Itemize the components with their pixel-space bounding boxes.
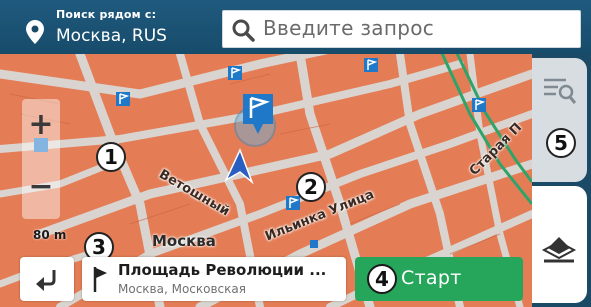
zoom-out-button[interactable]: −: [22, 167, 60, 207]
destination-address: Москва, Московская: [118, 282, 246, 296]
start-label: Старт: [401, 267, 462, 289]
back-arrow-icon: [36, 270, 56, 291]
zoom-in-icon: +: [28, 107, 54, 142]
right-rail: 5: [532, 54, 591, 307]
map-layers-icon: [541, 237, 577, 263]
map-scale: 80 m: [33, 228, 67, 242]
callout-2: 2: [296, 172, 326, 202]
top-bar: Поиск рядом с: Москва, RUS Введите запро…: [0, 0, 591, 54]
zoom-controls: + −: [22, 99, 60, 219]
callout-4: 4: [367, 264, 397, 294]
search-near-caption: Поиск рядом с:: [56, 8, 157, 21]
back-button[interactable]: [20, 257, 74, 301]
start-button[interactable]: 4 Старт: [355, 257, 523, 301]
zoom-out-icon: −: [28, 169, 54, 204]
destination-name: Площадь Революции ...: [118, 261, 327, 279]
zoom-in-button[interactable]: +: [22, 105, 60, 145]
map-layers-tab[interactable]: [532, 186, 587, 303]
callout-5: 5: [546, 128, 576, 158]
callout-1: 1: [96, 142, 126, 172]
search-near-value[interactable]: Москва, RUS: [56, 26, 167, 46]
search-icon: [232, 19, 255, 42]
search-placeholder: Введите запрос: [263, 16, 435, 40]
list-search-icon: [544, 78, 577, 104]
list-search-tab[interactable]: 5: [532, 58, 587, 182]
location-pin-icon: [26, 20, 44, 44]
destination-card[interactable]: Площадь Революции ... Москва, Московская: [82, 257, 346, 301]
search-input[interactable]: Введите запрос: [222, 10, 581, 48]
destination-flag-icon: [93, 267, 107, 292]
city-label: Москва: [152, 232, 216, 250]
